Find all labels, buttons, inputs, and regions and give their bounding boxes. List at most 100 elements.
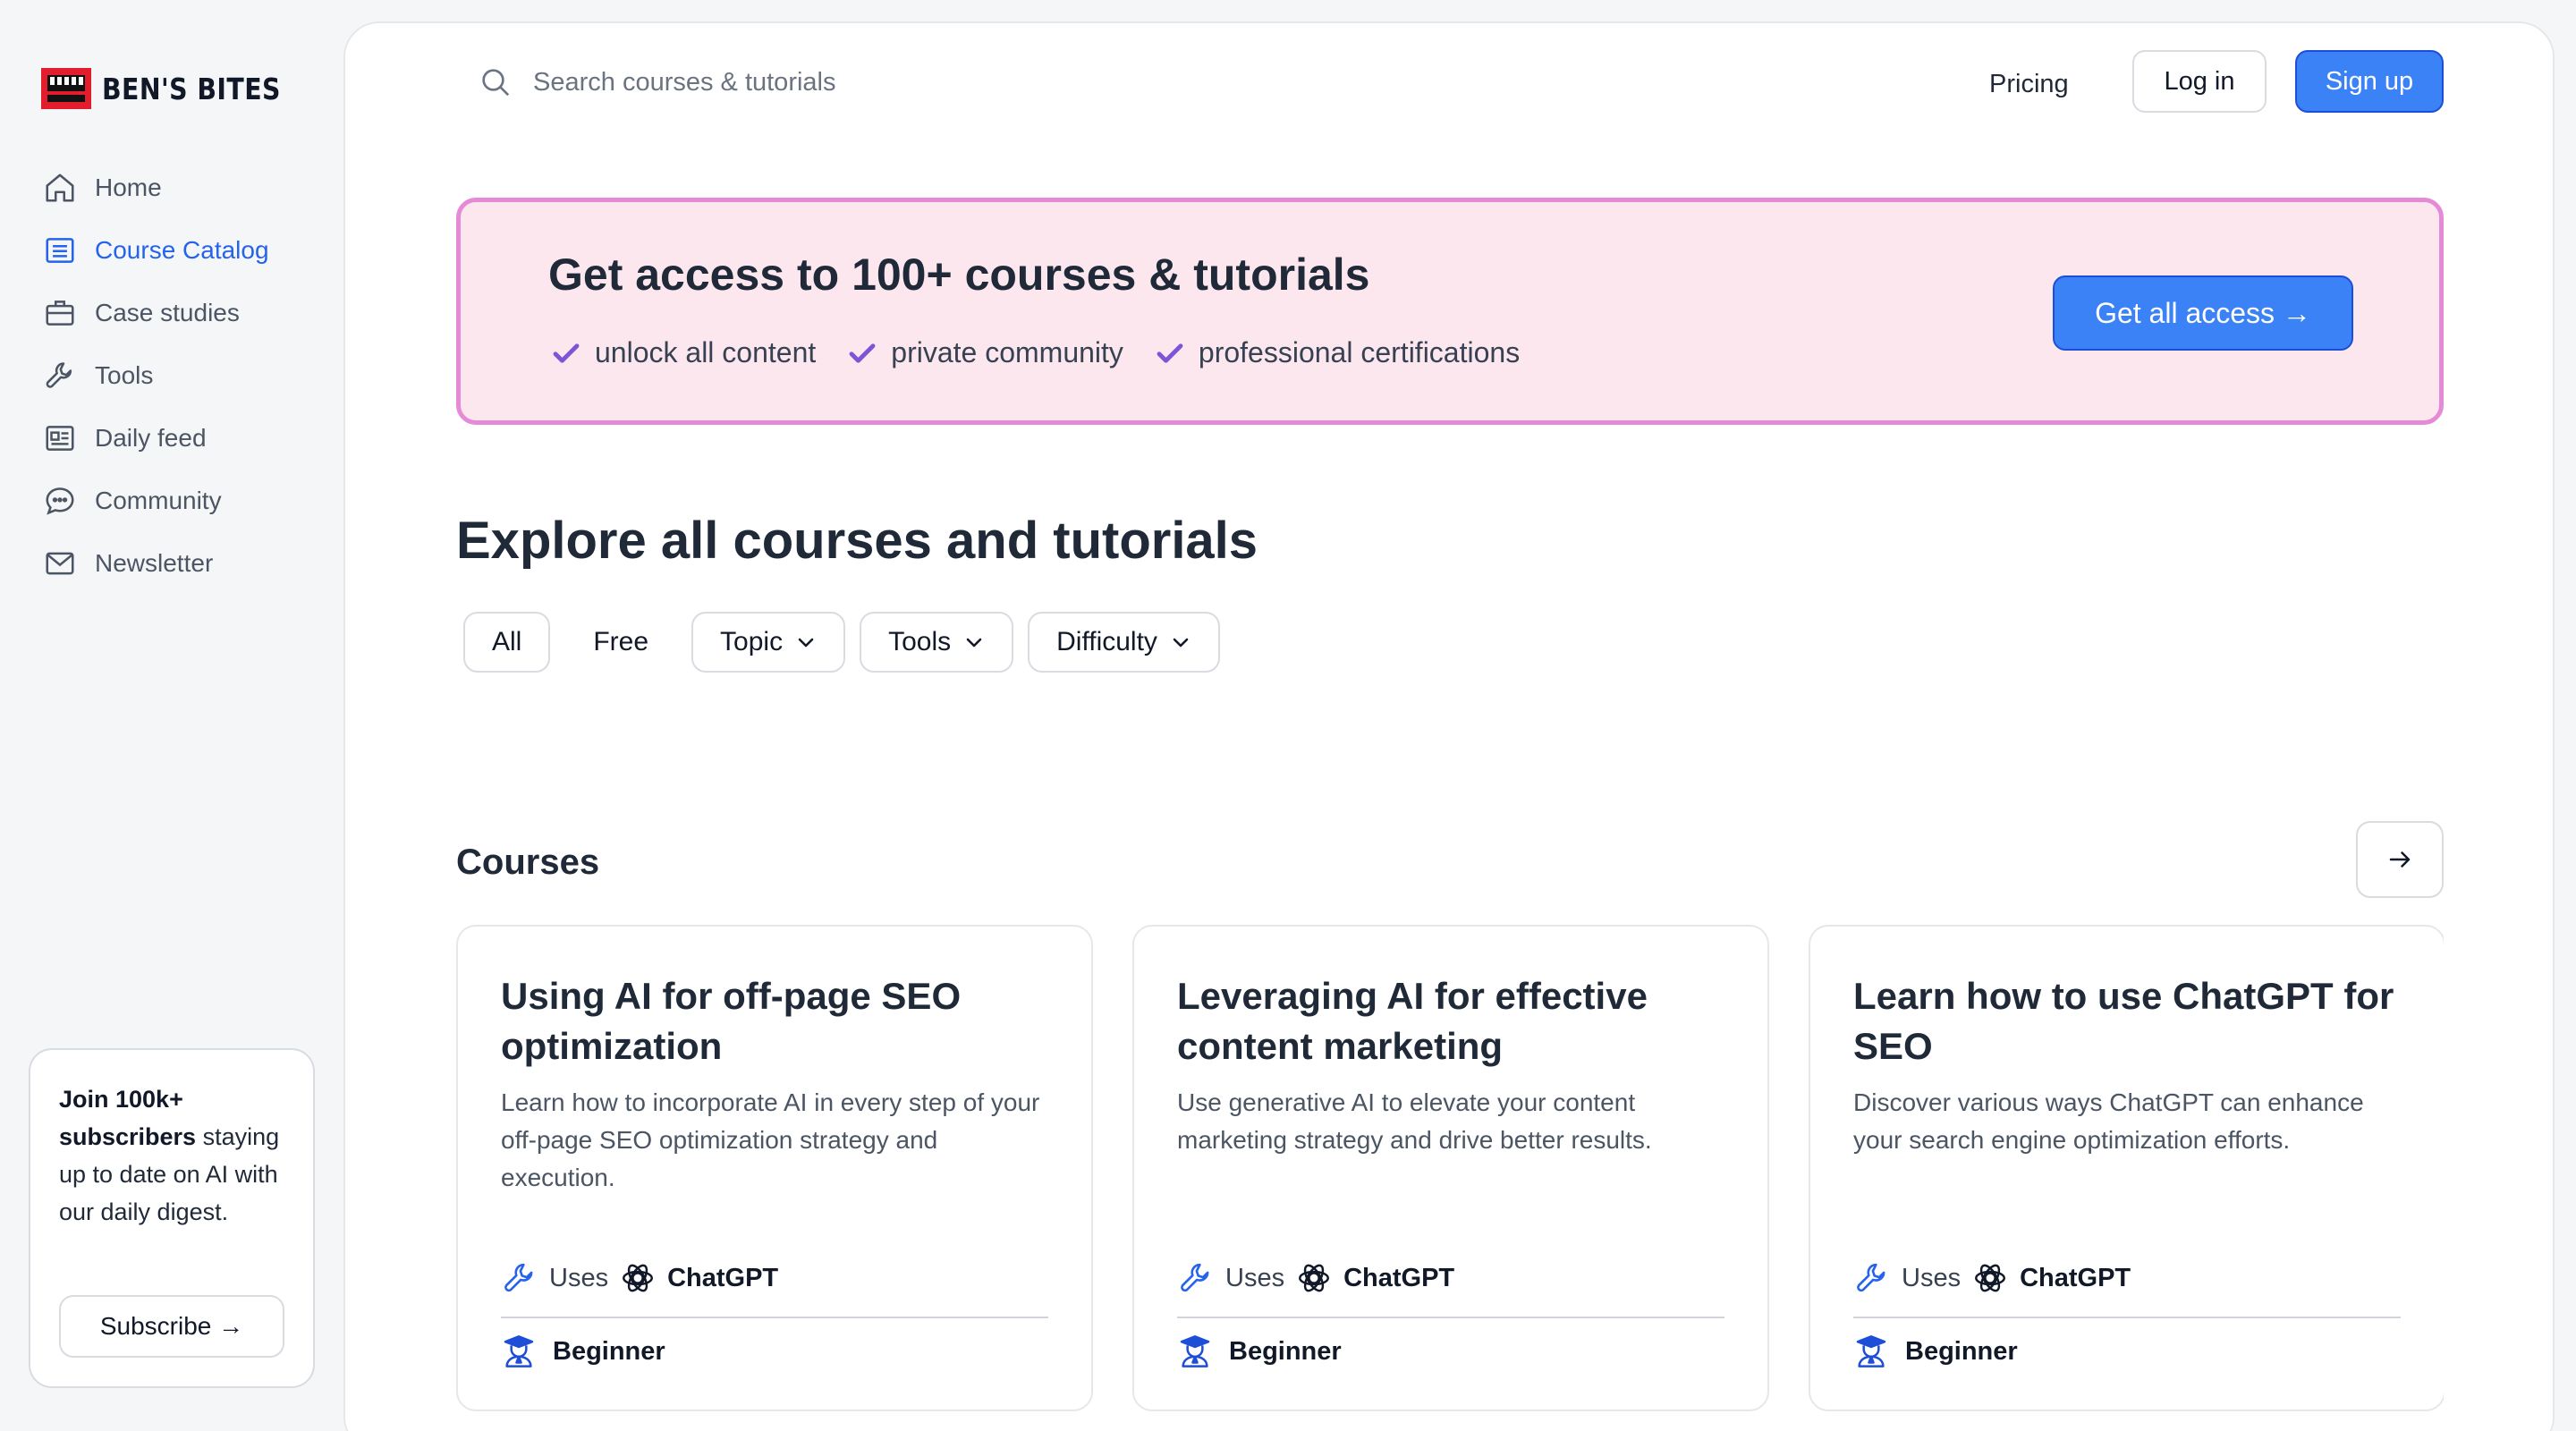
filter-label: Tools [888, 627, 952, 656]
course-carousel: Using AI for off-page SEO optimization L… [456, 925, 2444, 1431]
tool-name: ChatGPT [1343, 1263, 1455, 1292]
brand-name: BEN'S BITES [102, 71, 281, 106]
course-level: Beginner [1853, 1329, 2018, 1374]
perk-label: unlock all content [595, 336, 817, 368]
newspaper-icon [46, 426, 74, 451]
filter-topic-dropdown[interactable]: Topic [691, 612, 846, 673]
filter-difficulty-dropdown[interactable]: Difficulty [1028, 612, 1220, 673]
brand-logo[interactable]: BEN'S BITES [41, 66, 309, 111]
chevron-down-icon [1173, 638, 1189, 648]
courses-next-button[interactable] [2356, 821, 2444, 898]
catalog-icon [46, 238, 74, 263]
course-tools: Uses ChatGPT [1853, 1257, 2401, 1299]
uses-label: Uses [549, 1263, 609, 1292]
subscribe-button[interactable]: Subscribe → [59, 1295, 284, 1358]
newsletter-promo-card: Join 100k+ subscribers staying up to dat… [29, 1048, 315, 1388]
level-label: Beginner [553, 1336, 665, 1366]
main-panel: Search courses & tutorials Pricing Log i… [343, 21, 2555, 1431]
perk-item: private community [846, 336, 1123, 369]
filter-bar: All Free Topic Tools Difficulty [463, 612, 1220, 673]
sidebar-item-home[interactable]: Home [43, 157, 329, 219]
level-label: Beginner [1905, 1336, 2018, 1366]
course-card[interactable]: Learn how to use ChatGPT for SEO Discove… [1809, 925, 2444, 1411]
filter-free-chip[interactable]: Free [564, 612, 678, 673]
wrench-icon [46, 362, 72, 388]
pricing-link[interactable]: Pricing [1989, 59, 2069, 109]
card-divider [1177, 1317, 1724, 1318]
sidebar-item-label: Tools [95, 361, 154, 389]
chevron-down-icon [798, 638, 814, 648]
banner-title: Get access to 100+ courses & tutorials [548, 250, 1370, 300]
sidebar-nav: Home Course Catalog Case studies Tools D… [43, 157, 329, 595]
banner-perks: unlock all content private community pro… [550, 336, 1520, 369]
wrench-icon [1857, 1263, 1885, 1292]
promo-text: Join 100k+ subscribers staying up to dat… [59, 1080, 284, 1231]
courses-section-title: Courses [456, 843, 600, 882]
tool-name: ChatGPT [667, 1263, 779, 1292]
sidebar-item-daily-feed[interactable]: Daily feed [43, 407, 329, 470]
course-level: Beginner [501, 1329, 665, 1374]
chat-bubble-icon [46, 487, 74, 515]
get-all-access-button[interactable]: Get all access → [2053, 275, 2353, 351]
card-divider [501, 1317, 1048, 1318]
sidebar-item-label: Newsletter [95, 549, 214, 577]
signup-button[interactable]: Sign up [2295, 50, 2444, 113]
mail-icon [46, 552, 74, 575]
check-icon [553, 343, 580, 363]
sidebar-item-label: Daily feed [95, 424, 207, 452]
page-title: Explore all courses and tutorials [456, 512, 1258, 570]
filter-label: Topic [720, 627, 784, 656]
course-title: Using AI for off-page SEO optimization [501, 975, 962, 1067]
course-level: Beginner [1177, 1329, 1342, 1374]
sidebar-item-newsletter[interactable]: Newsletter [43, 532, 329, 595]
search-icon [482, 69, 510, 97]
course-description: Use generative AI to elevate your conten… [1177, 1088, 1652, 1154]
level-label: Beginner [1229, 1336, 1342, 1366]
student-icon [504, 1335, 534, 1367]
home-icon [46, 174, 74, 202]
check-icon [849, 343, 876, 363]
student-icon [1180, 1335, 1210, 1367]
course-title: Learn how to use ChatGPT for SEO [1853, 975, 2394, 1067]
sidebar-item-course-catalog[interactable]: Course Catalog [43, 219, 329, 282]
search-input[interactable]: Search courses & tutorials [533, 68, 835, 97]
chevron-down-icon [966, 638, 982, 648]
bens-bites-logo-icon [41, 68, 91, 109]
wrench-icon [504, 1263, 533, 1292]
course-description: Discover various ways ChatGPT can enhanc… [1853, 1088, 2364, 1154]
access-banner: Get access to 100+ courses & tutorials u… [456, 198, 2444, 425]
card-divider [1853, 1317, 2401, 1318]
sidebar-item-label: Home [95, 174, 162, 201]
sidebar-item-case-studies[interactable]: Case studies [43, 282, 329, 344]
briefcase-icon [46, 301, 74, 326]
course-card[interactable]: Using AI for off-page SEO optimization L… [456, 925, 1093, 1411]
sidebar-item-community[interactable]: Community [43, 470, 329, 532]
sidebar-item-label: Course Catalog [95, 236, 269, 264]
uses-label: Uses [1225, 1263, 1285, 1292]
sidebar-item-tools[interactable]: Tools [43, 344, 329, 407]
filter-tools-dropdown[interactable]: Tools [860, 612, 1014, 673]
sidebar-item-label: Community [95, 487, 222, 514]
filter-all-chip[interactable]: All [463, 612, 551, 673]
check-icon [1157, 343, 1183, 363]
perk-label: private community [891, 336, 1123, 368]
chatgpt-logo-icon [1299, 1264, 1330, 1292]
promo-title: Join 100k+ subscribers [59, 1086, 197, 1150]
student-icon [1856, 1335, 1886, 1367]
chatgpt-logo-icon [623, 1264, 654, 1292]
course-title: Leveraging AI for effective content mark… [1177, 975, 1648, 1067]
perk-item: unlock all content [550, 336, 816, 369]
arrow-right-icon [2389, 851, 2411, 868]
chatgpt-logo-icon [1975, 1264, 2006, 1292]
perk-item: professional certifications [1154, 336, 1520, 369]
uses-label: Uses [1902, 1263, 1962, 1292]
tool-name: ChatGPT [2020, 1263, 2131, 1292]
course-tools: Uses ChatGPT [501, 1257, 1048, 1299]
course-card[interactable]: Leveraging AI for effective content mark… [1132, 925, 1769, 1411]
login-button[interactable]: Log in [2132, 50, 2267, 113]
search-bar[interactable]: Search courses & tutorials [478, 57, 835, 107]
filter-label: Difficulty [1056, 627, 1157, 656]
sidebar-item-label: Case studies [95, 299, 240, 326]
sidebar: BEN'S BITES Home Course Catalog Case stu… [0, 0, 343, 1431]
wrench-icon [1181, 1263, 1209, 1292]
